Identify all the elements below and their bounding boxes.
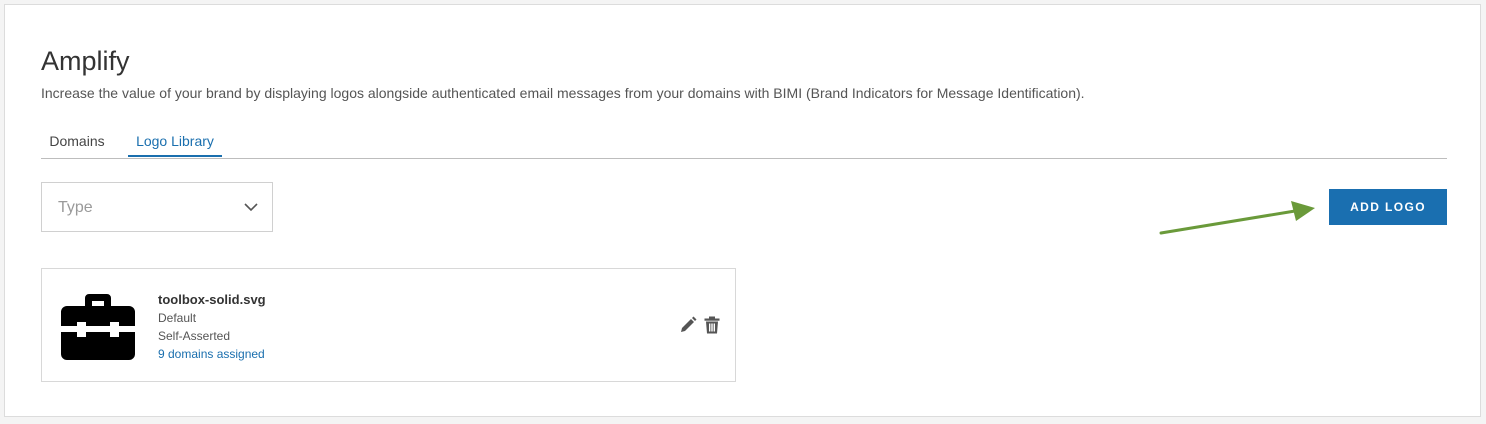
type-select[interactable]: Type [41, 182, 273, 232]
type-select-placeholder: Type [58, 199, 93, 216]
trash-icon[interactable] [703, 316, 721, 334]
chevron-down-icon [244, 203, 258, 212]
tab-logo-library[interactable]: Logo Library [128, 125, 222, 157]
annotation-arrow-icon [1159, 201, 1315, 235]
page-title: Amplify [41, 46, 130, 76]
logo-file-name: toolbox-solid.svg [158, 292, 266, 307]
logo-type: Self-Asserted [158, 329, 231, 343]
add-logo-button[interactable]: ADD LOGO [1329, 189, 1447, 225]
pencil-icon[interactable] [679, 316, 697, 334]
logo-status: Default [158, 311, 197, 325]
amplify-panel: Amplify Increase the value of your brand… [4, 4, 1481, 417]
toolbox-icon [61, 294, 135, 360]
tab-bar: Domains Logo Library [41, 125, 1447, 159]
tab-domains[interactable]: Domains [41, 125, 113, 157]
page-subtitle: Increase the value of your brand by disp… [41, 85, 1085, 101]
logo-card: toolbox-solid.svg Default Self-Asserted … [41, 268, 736, 382]
domains-assigned-link[interactable]: 9 domains assigned [158, 347, 265, 362]
